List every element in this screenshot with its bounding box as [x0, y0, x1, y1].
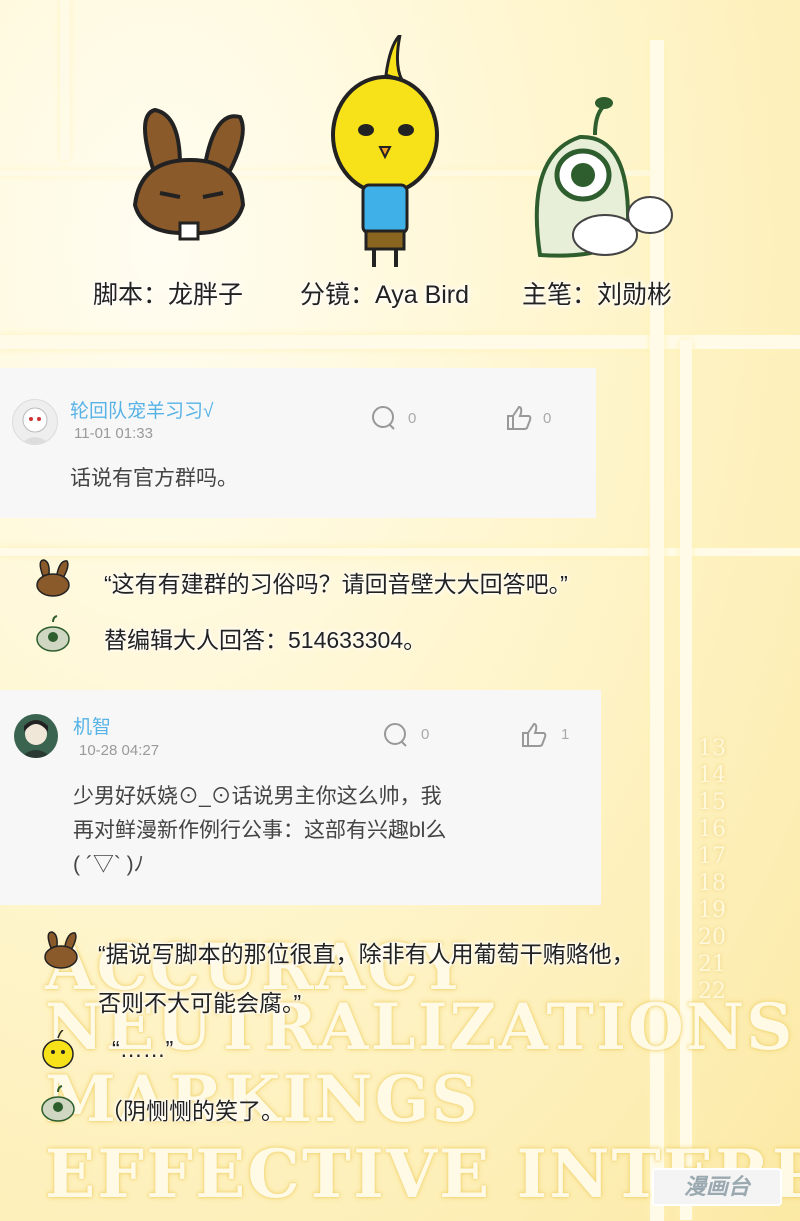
bg-number: 13	[698, 736, 726, 761]
rabbit-avatar-icon	[44, 931, 78, 969]
comment-body-line: 少男好妖娆⊙_⊙话说男主你这么帅，我	[73, 785, 442, 808]
credit-artist: 主笔：刘勋彬	[522, 281, 673, 309]
comment-body-line: 再对鲜漫新作例行公事：这部有兴趣bl么	[73, 819, 447, 842]
comment-body: 话说有官方群吗。	[70, 467, 238, 490]
like-icon[interactable]	[520, 722, 548, 748]
comment-timestamp: 10-28 04:27	[79, 742, 160, 759]
bg-number: 21	[698, 952, 726, 977]
bg-number: 22	[698, 979, 726, 1004]
reply-line: 否则不大可能会腐。”	[98, 990, 302, 1016]
reply-icon[interactable]	[371, 405, 397, 431]
comment-body-line: ( ´▽` )ﾉ	[73, 853, 145, 876]
bg-number: 20	[698, 925, 726, 950]
chick-character	[331, 35, 439, 267]
rabbit-character	[132, 107, 246, 241]
avatar	[14, 714, 58, 758]
credit-storyboard: 分镜：Aya Bird	[300, 281, 470, 309]
bg-number: 15	[698, 790, 726, 815]
comment-card: 轮回队宠羊习习√ 11-01 01:33 0 0 话说有官方群吗。	[0, 368, 596, 518]
bg-number: 16	[698, 817, 726, 842]
reply-line: 替编辑大人回答：514633304。	[104, 627, 427, 653]
reply-line: （阴恻恻的笑了。	[100, 1098, 284, 1124]
avatar-image	[21, 407, 49, 444]
avatar	[12, 399, 58, 445]
watermark-logo: 漫画台	[652, 1168, 782, 1206]
reply-count: 0	[408, 410, 417, 427]
sprout-avatar-icon	[41, 1085, 75, 1122]
credit-script: 脚本：龙胖子	[93, 281, 244, 309]
comment-body: 少男好妖娆⊙_⊙话说男主你这么帅，我 再对鲜漫新作例行公事：这部有兴趣bl么 (…	[73, 780, 446, 882]
bg-line	[680, 340, 692, 1220]
bg-number: 17	[698, 844, 726, 869]
comment-card: 机智 10-28 04:27 0 1 少男好妖娆⊙_⊙话说男主你这么帅，我 再对…	[0, 690, 601, 905]
bg-number: 18	[698, 871, 726, 896]
bg-line	[60, 0, 70, 160]
like-icon[interactable]	[505, 405, 533, 431]
rabbit-avatar-icon	[36, 559, 70, 597]
reply-line: “这有有建群的习俗吗？请回音壁大大回答吧。”	[104, 571, 568, 597]
avatar-image	[20, 720, 52, 758]
reply-line: “……”	[112, 1036, 174, 1062]
like-count: 0	[543, 410, 552, 427]
sprout-avatar-icon	[36, 615, 70, 652]
like-count: 1	[561, 726, 570, 743]
reply-line: “据说写脚本的那位很直，除非有人用葡萄干贿赂他，	[98, 941, 635, 967]
comment-username[interactable]: 机智	[73, 712, 111, 739]
reply-icon[interactable]	[383, 722, 409, 748]
reply-count: 0	[421, 726, 430, 743]
chick-avatar-icon	[42, 1030, 74, 1069]
bg-number: 19	[698, 898, 726, 923]
bg-number: 14	[698, 763, 726, 788]
comment-timestamp: 11-01 01:33	[74, 425, 153, 442]
bg-number-column: 13 14 15 16 17 18 19 20 21 22	[698, 735, 738, 1005]
comment-username[interactable]: 轮回队宠羊习习√	[70, 396, 213, 423]
sprout-character	[534, 97, 673, 258]
